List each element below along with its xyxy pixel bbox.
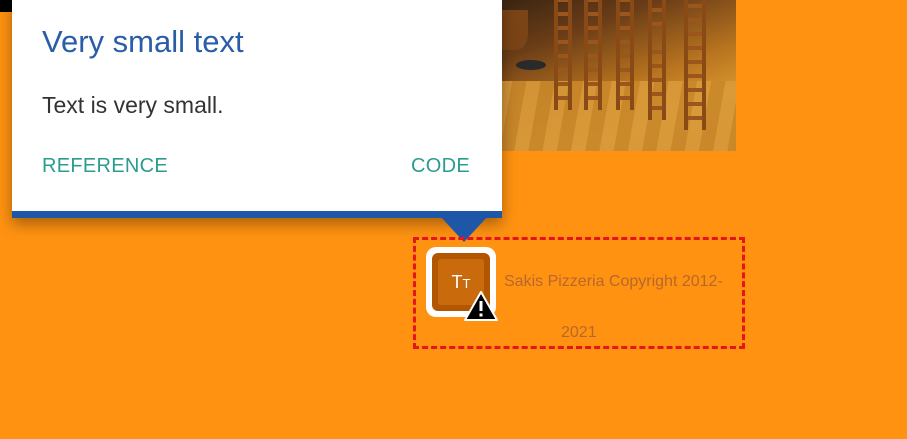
code-link[interactable]: CODE xyxy=(411,155,470,178)
accessibility-tooltip: Very small text Text is very small. REFE… xyxy=(12,0,502,218)
reference-link[interactable]: REFERENCE xyxy=(42,155,168,178)
photo-chair xyxy=(684,0,706,130)
copyright-year: 2021 xyxy=(561,324,597,341)
text-size-glyph-small: T xyxy=(462,276,471,291)
page-edge-strip xyxy=(0,0,12,12)
copyright-text: Sakis Pizzeria Copyright 2012- xyxy=(504,273,723,290)
photo-chair xyxy=(616,0,634,110)
photo-table xyxy=(498,10,528,50)
photo-chair xyxy=(648,0,666,120)
warning-icon xyxy=(464,291,498,321)
restaurant-photo xyxy=(498,0,736,151)
text-size-glyph: T xyxy=(451,272,463,292)
text-size-issue-badge[interactable]: TT xyxy=(426,247,498,321)
photo-chair xyxy=(554,0,572,110)
photo-chair xyxy=(584,0,602,110)
photo-stool xyxy=(516,60,546,70)
tooltip-description: Text is very small. xyxy=(42,92,224,118)
tooltip-title: Very small text xyxy=(42,24,244,59)
